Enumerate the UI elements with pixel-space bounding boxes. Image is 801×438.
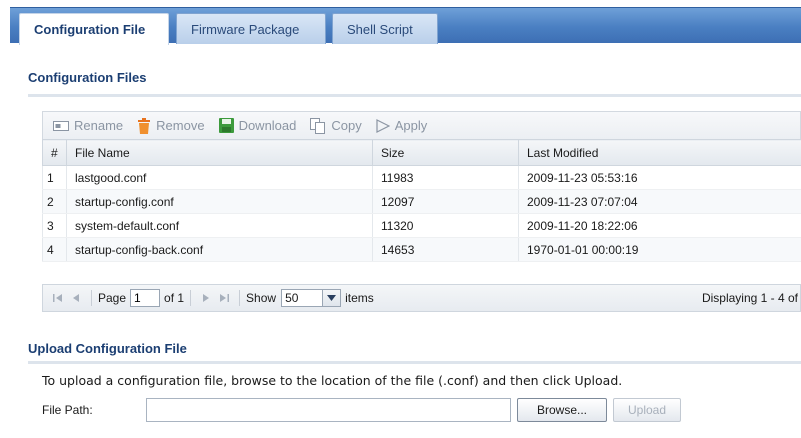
file-name: system-default.conf bbox=[66, 213, 373, 238]
page-number-input[interactable] bbox=[130, 289, 161, 307]
tab-configuration-file[interactable]: Configuration File bbox=[19, 13, 169, 45]
row-number: 4 bbox=[42, 237, 67, 262]
trash-icon bbox=[137, 117, 151, 134]
items-label: items bbox=[345, 291, 374, 305]
table-row[interactable]: 2 startup-config.conf 12097 2009-11-23 0… bbox=[42, 189, 801, 214]
table-row[interactable]: 4 startup-config-back.conf 14653 1970-01… bbox=[42, 237, 801, 262]
download-button[interactable]: Download bbox=[218, 118, 297, 133]
section-title-configuration-files: Configuration Files bbox=[28, 70, 147, 85]
table-row[interactable]: 3 system-default.conf 11320 2009-11-20 1… bbox=[42, 213, 801, 238]
save-disk-icon bbox=[218, 118, 234, 133]
last-modified: 2009-11-23 05:53:16 bbox=[518, 165, 801, 190]
file-name: startup-config-back.conf bbox=[66, 237, 373, 262]
configuration-file-table: # File Name Size Last Modified 1 lastgoo… bbox=[42, 139, 801, 262]
pager-divider bbox=[91, 290, 92, 306]
last-page-icon[interactable] bbox=[215, 293, 233, 303]
row-number: 3 bbox=[42, 213, 67, 238]
copy-icon bbox=[310, 117, 326, 134]
copy-button[interactable]: Copy bbox=[310, 117, 362, 134]
browse-button[interactable]: Browse... bbox=[517, 398, 607, 422]
file-size: 11983 bbox=[372, 165, 519, 190]
apply-button[interactable]: Apply bbox=[376, 118, 428, 133]
section-title-upload-configuration-file: Upload Configuration File bbox=[28, 341, 187, 356]
next-page-icon[interactable] bbox=[197, 293, 215, 303]
last-modified: 2009-11-23 07:07:04 bbox=[518, 189, 801, 214]
file-size: 14653 bbox=[372, 237, 519, 262]
file-size: 12097 bbox=[372, 189, 519, 214]
previous-page-icon[interactable] bbox=[67, 293, 85, 303]
remove-label: Remove bbox=[156, 118, 205, 133]
chevron-down-icon[interactable] bbox=[323, 289, 342, 307]
toolbar: Rename Remove Download Copy Apply bbox=[42, 111, 801, 139]
file-name: startup-config.conf bbox=[66, 189, 373, 214]
last-modified: 2009-11-20 18:22:06 bbox=[518, 213, 801, 238]
pagination-bar: Page of 1 Show 50 items Displaying 1 - 4… bbox=[42, 284, 801, 312]
file-size: 11320 bbox=[372, 213, 519, 238]
displaying-count: Displaying 1 - 4 of bbox=[701, 291, 798, 305]
page-count: of 1 bbox=[164, 291, 185, 305]
play-arrow-icon bbox=[376, 118, 390, 133]
page-size-select[interactable]: 50 bbox=[281, 289, 324, 307]
section-divider bbox=[28, 94, 801, 97]
upload-instructions: To upload a configuration file, browse t… bbox=[42, 373, 623, 388]
file-name: lastgood.conf bbox=[66, 165, 373, 190]
page-label: Page bbox=[98, 291, 127, 305]
apply-label: Apply bbox=[394, 118, 428, 133]
column-header-size[interactable]: Size bbox=[372, 139, 519, 166]
upload-button[interactable]: Upload bbox=[613, 398, 681, 422]
pager-divider bbox=[190, 290, 192, 306]
show-label: Show bbox=[246, 291, 277, 305]
file-path-label: File Path: bbox=[42, 403, 93, 417]
pager-divider bbox=[239, 290, 241, 306]
tab-bar: Configuration File Firmware Package Shel… bbox=[10, 7, 801, 45]
tab-shell-script[interactable]: Shell Script bbox=[332, 13, 438, 44]
download-label: Download bbox=[238, 118, 297, 133]
row-number: 2 bbox=[42, 189, 67, 214]
copy-label: Copy bbox=[331, 118, 362, 133]
tab-firmware-package[interactable]: Firmware Package bbox=[176, 13, 326, 44]
rename-label: Rename bbox=[74, 118, 124, 133]
column-header-number[interactable]: # bbox=[42, 139, 67, 166]
first-page-icon[interactable] bbox=[49, 293, 67, 303]
rename-button[interactable]: Rename bbox=[53, 118, 123, 133]
rename-icon bbox=[53, 120, 69, 132]
remove-button[interactable]: Remove bbox=[137, 117, 205, 134]
row-number: 1 bbox=[42, 165, 67, 190]
last-modified: 1970-01-01 00:00:19 bbox=[518, 237, 801, 262]
table-row[interactable]: 1 lastgood.conf 11983 2009-11-23 05:53:1… bbox=[42, 165, 801, 190]
column-header-file-name[interactable]: File Name bbox=[66, 139, 373, 166]
column-header-last-modified[interactable]: Last Modified bbox=[518, 139, 801, 166]
file-path-input[interactable] bbox=[146, 398, 511, 422]
section-divider bbox=[28, 361, 801, 364]
